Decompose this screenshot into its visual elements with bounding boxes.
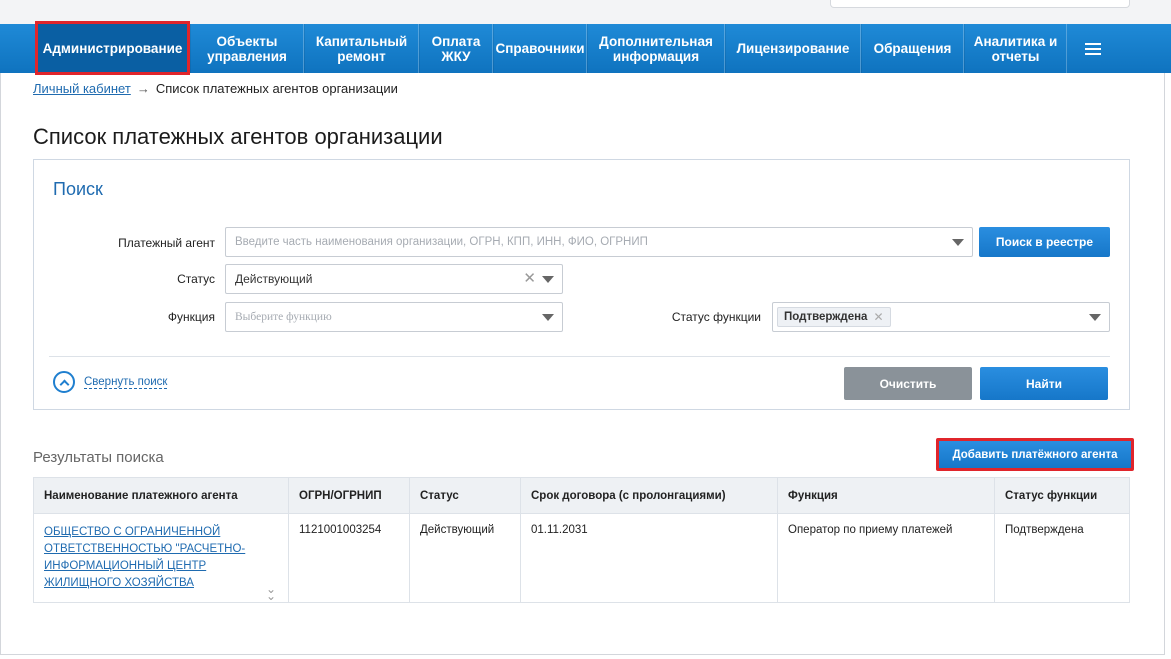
cell-ogrn: 1121001003254 [288, 513, 410, 603]
status-select[interactable]: Действующий ✕ [225, 264, 563, 294]
table-header-row: Наименование платежного агента ОГРН/ОГРН… [33, 477, 1130, 514]
column-header: Статус функции [994, 477, 1130, 514]
clear-icon[interactable]: ✕ [523, 271, 536, 286]
registry-search-button[interactable]: Поиск в реестре [979, 227, 1110, 257]
function-placeholder: Выберите функцию [235, 311, 332, 323]
agent-select[interactable]: Введите часть наименования организации, … [225, 227, 973, 257]
nav-item-objects[interactable]: Объекты управления [190, 24, 304, 73]
breadcrumb-current: Список платежных агентов организации [155, 81, 398, 96]
column-header: Наименование платежного агента [33, 477, 289, 514]
clear-button[interactable]: Очистить [844, 367, 972, 400]
main-nav: Администрирование Объекты управления Кап… [0, 21, 1171, 75]
breadcrumb-link-cabinet[interactable]: Личный кабинет [33, 81, 131, 96]
column-header: Статус [409, 477, 521, 514]
double-chevron-down-icon[interactable]: ⌄ ⌄ [266, 583, 276, 602]
status-label: Статус [177, 272, 215, 286]
column-header: Срок договора (с пролонгациями) [520, 477, 778, 514]
breadcrumb-arrow: → [136, 81, 150, 96]
nav-item-analytics[interactable]: Аналитика и отчеты [964, 24, 1067, 73]
menu-button[interactable] [1067, 24, 1119, 73]
nav-item-appeals[interactable]: Обращения [861, 24, 964, 73]
add-agent-button[interactable]: Добавить платёжного агента [936, 438, 1134, 471]
chevron-down-icon [1089, 314, 1101, 321]
top-search-box[interactable] [830, 0, 1130, 8]
nav-item-administration[interactable]: Администрирование [35, 21, 190, 75]
tag-remove-icon[interactable]: ✕ [873, 310, 883, 324]
collapse-search-toggle[interactable]: Свернуть поиск [53, 371, 168, 393]
find-button[interactable]: Найти [980, 367, 1108, 400]
cell-status: Действующий [409, 513, 521, 603]
nav-item-capital-repair[interactable]: Капитальный ремонт [304, 24, 419, 73]
function-status-label: Статус функции [671, 310, 761, 324]
results-title: Результаты поиска [33, 449, 164, 466]
search-title: Поиск [53, 179, 103, 199]
chevron-down-icon [542, 276, 554, 283]
chevron-down-icon [952, 239, 964, 246]
hamburger-icon [1085, 42, 1101, 55]
status-value: Действующий [235, 272, 313, 286]
search-panel: Поиск Платежный агент Введите часть наим… [33, 159, 1130, 410]
nav-item-payment[interactable]: Оплата ЖКУ [419, 24, 493, 73]
add-agent-label: Добавить платёжного агента [952, 448, 1118, 461]
chevron-down-icon [542, 314, 554, 321]
cell-name: ОБЩЕСТВО С ОГРАНИЧЕННОЙ ОТВЕТСТВЕННОСТЬЮ… [33, 513, 289, 603]
nav-item-additional-info[interactable]: Дополнительная информация [587, 24, 725, 73]
divider [49, 356, 1110, 357]
function-status-tag-label: Подтверждена [784, 311, 868, 323]
cell-function: Оператор по приему платежей [777, 513, 995, 603]
cell-function-status: Подтверждена [994, 513, 1130, 603]
chevron-up-icon [53, 371, 75, 393]
function-status-tag: Подтверждена ✕ [777, 307, 891, 327]
column-header: ОГРН/ОГРНИП [288, 477, 410, 514]
function-select[interactable]: Выберите функцию [225, 302, 563, 332]
nav-item-reference[interactable]: Справочники [493, 24, 587, 73]
collapse-search-label: Свернуть поиск [84, 375, 168, 389]
results-table: Наименование платежного агента ОГРН/ОГРН… [33, 477, 1130, 603]
function-label: Функция [167, 310, 215, 324]
function-status-select[interactable]: Подтверждена ✕ [772, 302, 1110, 332]
nav-item-licensing[interactable]: Лицензирование [725, 24, 861, 73]
org-link[interactable]: ОБЩЕСТВО С ОГРАНИЧЕННОЙ ОТВЕТСТВЕННОСТЬЮ… [44, 524, 254, 592]
page-title: Список платежных агентов организации [33, 124, 443, 149]
breadcrumb: Личный кабинет → Список платежных агентов … [33, 81, 398, 96]
cell-term: 01.11.2031 [520, 513, 778, 603]
column-header: Функция [777, 477, 995, 514]
agent-label: Платежный агент [118, 236, 215, 250]
table-row: ОБЩЕСТВО С ОГРАНИЧЕННОЙ ОТВЕТСТВЕННОСТЬЮ… [33, 513, 1130, 603]
agent-placeholder: Введите часть наименования организации, … [235, 236, 648, 248]
